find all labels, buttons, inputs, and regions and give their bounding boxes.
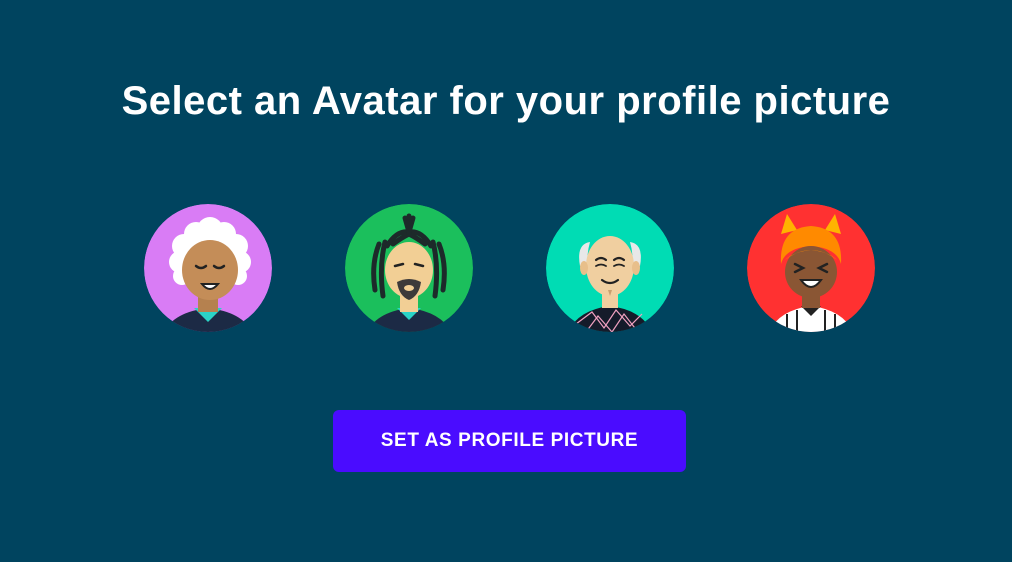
avatar-option-2[interactable] bbox=[345, 204, 473, 332]
avatar-selection-page: Select an Avatar for your profile pictur… bbox=[0, 0, 1012, 562]
avatar-option-4[interactable] bbox=[747, 204, 875, 332]
bald-old-man-avatar-icon bbox=[546, 204, 674, 332]
set-profile-picture-button[interactable]: SET AS PROFILE PICTURE bbox=[333, 410, 686, 472]
avatar-option-3[interactable] bbox=[546, 204, 674, 332]
page-title: Select an Avatar for your profile pictur… bbox=[121, 79, 891, 123]
avatar-option-1[interactable] bbox=[144, 204, 272, 332]
dreadlocks-avatar-icon bbox=[345, 204, 473, 332]
curly-white-hair-avatar-icon bbox=[144, 204, 272, 332]
devil-horns-avatar-icon bbox=[747, 204, 875, 332]
avatar-list bbox=[0, 204, 1012, 332]
